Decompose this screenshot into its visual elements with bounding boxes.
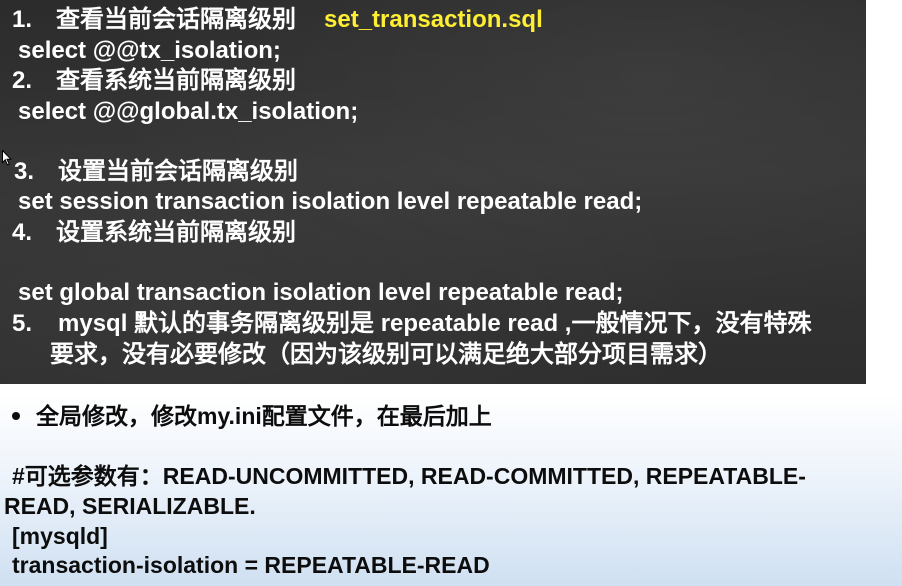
config-section-header: [mysqld]: [12, 523, 108, 549]
item-2-text: 查看系统当前隔离级别: [56, 67, 296, 94]
bullet-item: 全局修改，修改my.ini配置文件，在最后加上: [8, 401, 492, 431]
item-5-text-line2: 要求，没有必要修改（因为该级别可以满足绝大部分项目需求）: [50, 341, 722, 368]
item-1-number: 1.: [12, 6, 33, 33]
item-1-text: 查看当前会话隔离级别: [56, 6, 296, 33]
item-4-code: set global transaction isolation level r…: [18, 279, 624, 306]
item-3-text: 设置当前会话隔离级别: [58, 158, 298, 185]
item-5-number: 5.: [12, 310, 33, 337]
item-2-number: 2.: [12, 67, 33, 94]
light-slide-panel: 全局修改，修改my.ini配置文件，在最后加上 #可选参数有：READ-UNCO…: [0, 395, 902, 586]
item-1-code: select @@tx_isolation;: [18, 37, 281, 64]
item-4-heading: 4. 设置系统当前隔离级别: [12, 218, 296, 248]
item-4-number: 4.: [12, 219, 33, 246]
config-line: transaction-isolation = REPEATABLE-READ: [12, 552, 490, 578]
item-3-code: set session transaction isolation level …: [18, 188, 643, 215]
item-2-code: select @@global.tx_isolation;: [18, 98, 359, 125]
item-1-heading: 1. 查看当前会话隔离级别 set_transaction.sql: [12, 5, 543, 35]
item-5-text-line1: mysql 默认的事务隔离级别是 repeatable read ,一般情况下，…: [58, 310, 812, 337]
item-4-text: 设置系统当前隔离级别: [56, 219, 296, 246]
item-1-filename: set_transaction.sql: [324, 6, 543, 33]
dark-slide-panel: 1. 查看当前会话隔离级别 set_transaction.sql select @…: [0, 0, 866, 384]
bullet-text: 全局修改，修改my.ini配置文件，在最后加上: [36, 403, 492, 429]
slide-screenshot: 1. 查看当前会话隔离级别 set_transaction.sql select @…: [0, 0, 902, 586]
options-line-2: READ, SERIALIZABLE.: [4, 493, 256, 519]
bullet-icon: [12, 411, 20, 420]
item-2-heading: 2. 查看系统当前隔离级别: [12, 66, 296, 96]
options-line-1: #可选参数有：READ-UNCOMMITTED, READ-COMMITTED,…: [12, 463, 806, 489]
item-3-number: 3.: [14, 158, 35, 185]
item-3-heading: 3. 设置当前会话隔离级别: [14, 157, 298, 187]
item-5-heading: 5. mysql 默认的事务隔离级别是 repeatable read ,一般情况…: [12, 309, 811, 339]
mouse-pointer-icon: [2, 150, 12, 166]
